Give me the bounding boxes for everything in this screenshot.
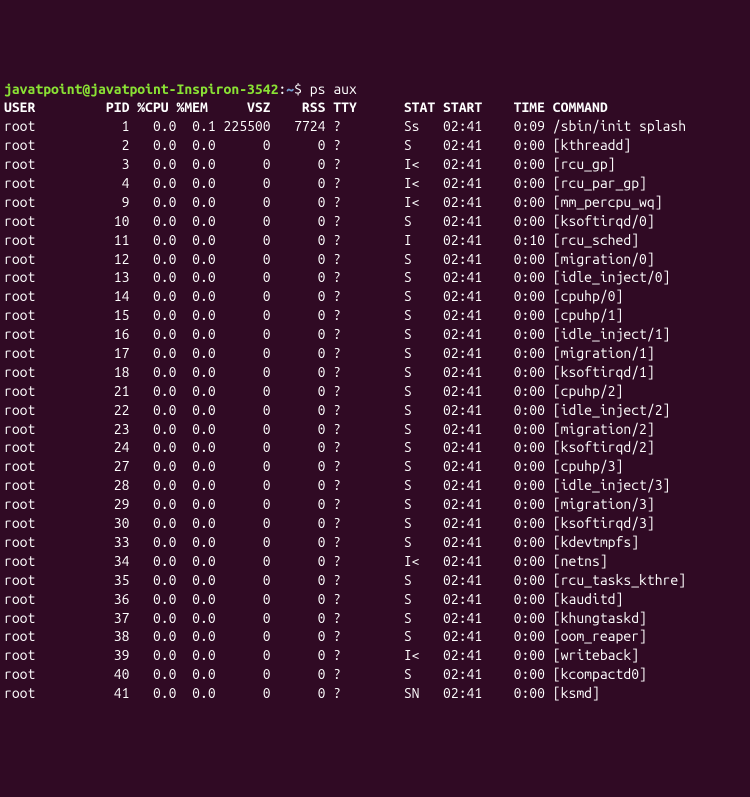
process-row: root 2 0.0 0.0 0 0 ? S 02:41 0:00 [kthre…: [4, 136, 746, 155]
process-row: root 38 0.0 0.0 0 0 ? S 02:41 0:00 [oom_…: [4, 627, 746, 646]
process-row: root 16 0.0 0.0 0 0 ? S 02:41 0:00 [idle…: [4, 325, 746, 344]
process-row: root 40 0.0 0.0 0 0 ? S 02:41 0:00 [kcom…: [4, 665, 746, 684]
prompt-line: javatpoint@javatpoint-Inspiron-3542:~$ p…: [4, 80, 746, 99]
process-row: root 37 0.0 0.0 0 0 ? S 02:41 0:00 [khun…: [4, 609, 746, 628]
process-row: root 10 0.0 0.0 0 0 ? S 02:41 0:00 [ksof…: [4, 212, 746, 231]
process-row: root 41 0.0 0.0 0 0 ? SN 02:41 0:00 [ksm…: [4, 684, 746, 703]
process-row: root 35 0.0 0.0 0 0 ? S 02:41 0:00 [rcu_…: [4, 571, 746, 590]
process-row: root 11 0.0 0.0 0 0 ? I 02:41 0:10 [rcu_…: [4, 231, 746, 250]
process-row: root 15 0.0 0.0 0 0 ? S 02:41 0:00 [cpuh…: [4, 306, 746, 325]
terminal-output[interactable]: javatpoint@javatpoint-Inspiron-3542:~$ p…: [4, 80, 746, 703]
process-row: root 28 0.0 0.0 0 0 ? S 02:41 0:00 [idle…: [4, 476, 746, 495]
process-row: root 36 0.0 0.0 0 0 ? S 02:41 0:00 [kaud…: [4, 590, 746, 609]
process-row: root 1 0.0 0.1 225500 7724 ? Ss 02:41 0:…: [4, 117, 746, 136]
prompt-path: ~: [286, 81, 294, 97]
prompt-dollar: $: [294, 81, 310, 97]
process-row: root 3 0.0 0.0 0 0 ? I< 02:41 0:00 [rcu_…: [4, 155, 746, 174]
prompt-host: javatpoint-Inspiron-3542: [90, 81, 278, 97]
process-row: root 12 0.0 0.0 0 0 ? S 02:41 0:00 [migr…: [4, 250, 746, 269]
process-row: root 18 0.0 0.0 0 0 ? S 02:41 0:00 [ksof…: [4, 363, 746, 382]
process-row: root 27 0.0 0.0 0 0 ? S 02:41 0:00 [cpuh…: [4, 457, 746, 476]
header-row: USER PID %CPU %MEM VSZ RSS TTY STAT STAR…: [4, 98, 746, 117]
process-row: root 39 0.0 0.0 0 0 ? I< 02:41 0:00 [wri…: [4, 646, 746, 665]
process-row: root 23 0.0 0.0 0 0 ? S 02:41 0:00 [migr…: [4, 420, 746, 439]
process-row: root 22 0.0 0.0 0 0 ? S 02:41 0:00 [idle…: [4, 401, 746, 420]
process-row: root 24 0.0 0.0 0 0 ? S 02:41 0:00 [ksof…: [4, 438, 746, 457]
process-row: root 13 0.0 0.0 0 0 ? S 02:41 0:00 [idle…: [4, 268, 746, 287]
process-row: root 33 0.0 0.0 0 0 ? S 02:41 0:00 [kdev…: [4, 533, 746, 552]
prompt-user: javatpoint: [4, 81, 82, 97]
command-input: ps aux: [310, 81, 357, 97]
process-row: root 14 0.0 0.0 0 0 ? S 02:41 0:00 [cpuh…: [4, 287, 746, 306]
process-row: root 34 0.0 0.0 0 0 ? I< 02:41 0:00 [net…: [4, 552, 746, 571]
process-row: root 9 0.0 0.0 0 0 ? I< 02:41 0:00 [mm_p…: [4, 193, 746, 212]
process-row: root 4 0.0 0.0 0 0 ? I< 02:41 0:00 [rcu_…: [4, 174, 746, 193]
process-row: root 21 0.0 0.0 0 0 ? S 02:41 0:00 [cpuh…: [4, 382, 746, 401]
process-row: root 30 0.0 0.0 0 0 ? S 02:41 0:00 [ksof…: [4, 514, 746, 533]
process-row: root 29 0.0 0.0 0 0 ? S 02:41 0:00 [migr…: [4, 495, 746, 514]
process-row: root 17 0.0 0.0 0 0 ? S 02:41 0:00 [migr…: [4, 344, 746, 363]
